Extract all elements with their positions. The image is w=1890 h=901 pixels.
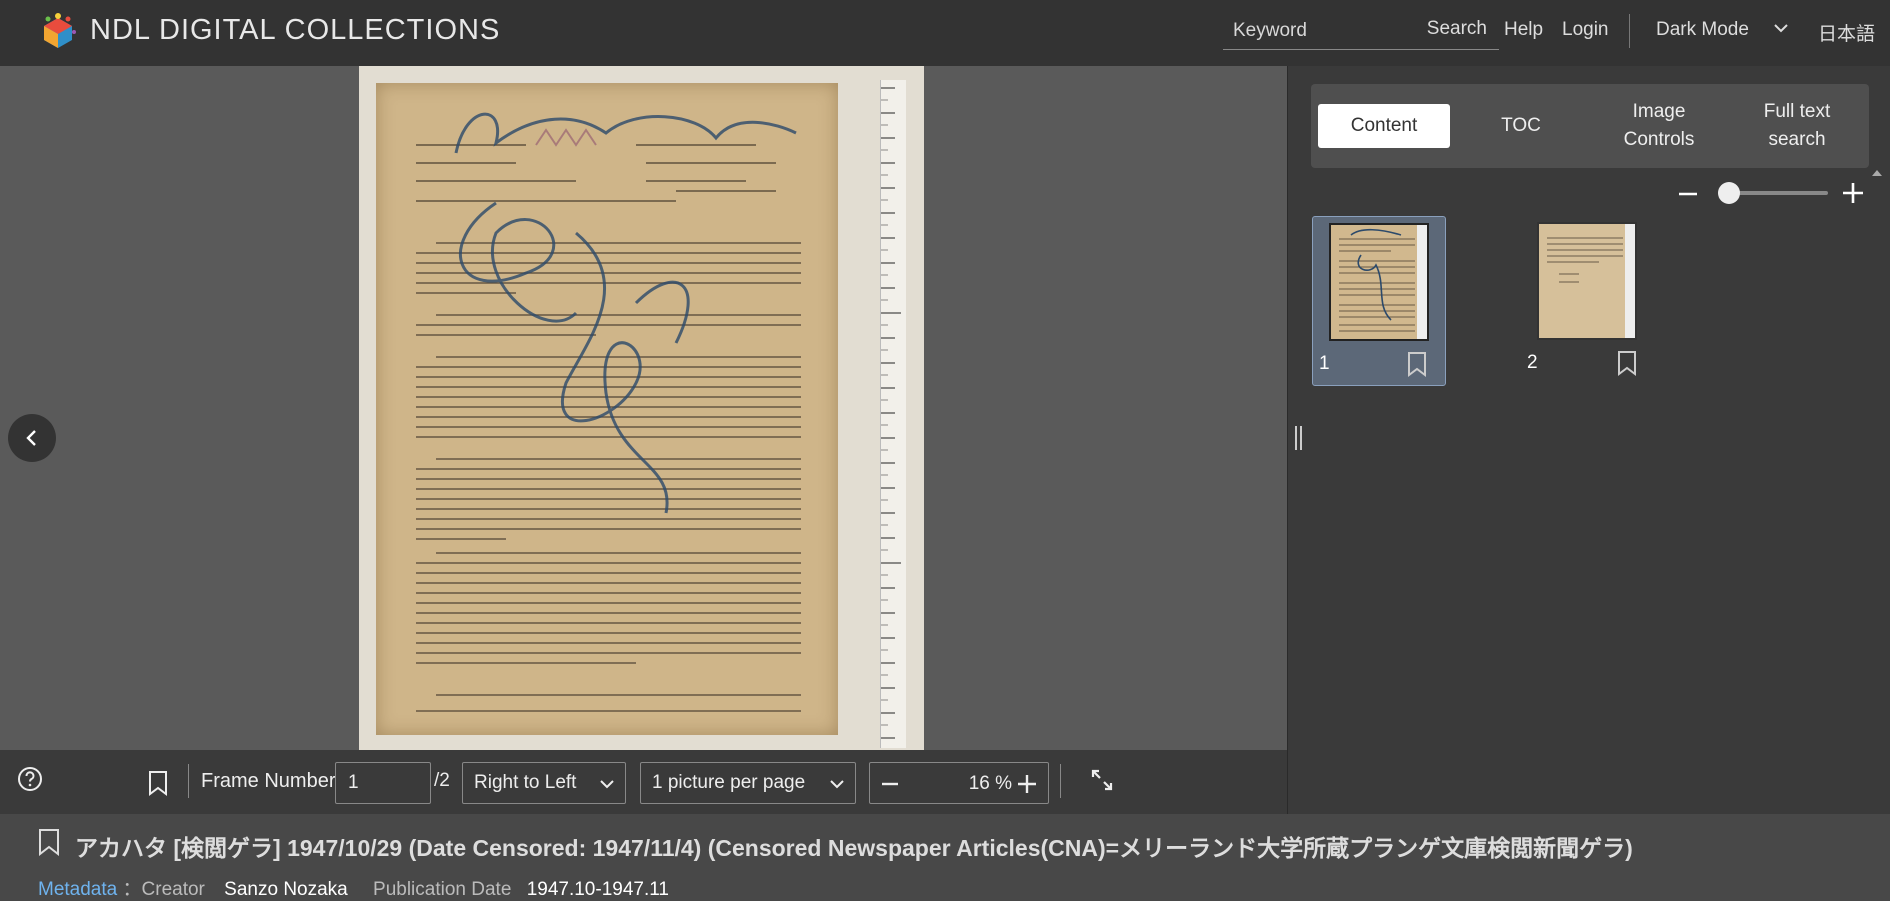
metadata-row: Metadata ：Creator Sanzo Nozaka Publicati… — [38, 874, 669, 901]
minus-icon[interactable] — [880, 774, 900, 794]
document-title: アカハタ [検閲ゲラ] 1947/10/29 (Date Censored: 1… — [75, 835, 1633, 861]
tab-content[interactable]: Content — [1318, 104, 1450, 148]
document-image — [376, 83, 838, 735]
document-info-bar: アカハタ [検閲ゲラ] 1947/10/29 (Date Censored: 1… — [0, 814, 1890, 901]
slider-handle[interactable] — [1718, 182, 1740, 204]
help-link[interactable]: Help — [1504, 19, 1543, 41]
chevron-down-icon — [830, 780, 844, 789]
minus-icon[interactable] — [1678, 184, 1698, 204]
ruler-ticks-image — [881, 87, 901, 739]
thumbnail-page-image — [1547, 237, 1623, 283]
typewritten-text-image — [416, 112, 801, 712]
frame-total: /2 — [434, 770, 450, 791]
help-circle-icon[interactable] — [17, 766, 43, 792]
ndl-logo-icon[interactable] — [38, 12, 78, 52]
layout-select[interactable]: 1 picture per page — [640, 762, 856, 804]
tab-toc[interactable]: TOC — [1455, 104, 1587, 148]
publication-date-value: 1947.10-1947.11 — [526, 879, 669, 900]
search-input[interactable] — [1223, 13, 1413, 48]
creator-value[interactable]: Sanzo Nozaka — [224, 879, 348, 900]
dark-mode-toggle[interactable]: Dark Mode — [1656, 19, 1749, 41]
metadata-link[interactable]: Metadata — [38, 879, 117, 900]
thumbnail-ruler — [1417, 225, 1427, 339]
thumbnail-number: 1 — [1319, 353, 1330, 374]
zoom-control: 16 % — [869, 762, 1049, 804]
previous-page-button[interactable] — [8, 414, 56, 462]
fullscreen-icon[interactable] — [1090, 768, 1114, 792]
panel-tabs: Content TOC Image Controls Full text sea… — [1311, 84, 1869, 168]
creator-key: Creator — [141, 879, 205, 900]
thumbnail-item[interactable]: 2 — [1521, 216, 1655, 386]
direction-select[interactable]: Right to Left — [462, 762, 626, 804]
thumbnail-ruler — [1625, 224, 1635, 338]
toolbar-divider — [1060, 764, 1061, 798]
scroll-up-arrow[interactable] — [1872, 170, 1882, 176]
viewer-toolbar: Frame Number /2 Right to Left 1 picture … — [0, 750, 1287, 814]
bookmark-icon[interactable] — [148, 770, 168, 796]
thumbnail-size-slider — [1676, 178, 1866, 206]
thumbnail-number: 2 — [1527, 352, 1538, 373]
toolbar-divider — [188, 764, 189, 798]
search-box: Search — [1223, 12, 1499, 50]
bookmark-icon[interactable] — [1617, 350, 1637, 376]
layout-value: 1 picture per page — [652, 772, 806, 793]
direction-value: Right to Left — [474, 772, 577, 793]
tab-full-text-search[interactable]: Full text search — [1731, 101, 1863, 150]
header: NDL DIGITAL COLLECTIONS Search Help Logi… — [0, 0, 1890, 66]
metadata-separator: ： — [122, 879, 142, 900]
brand-title[interactable]: NDL DIGITAL COLLECTIONS — [90, 14, 500, 47]
thumbnail-image — [1329, 223, 1429, 341]
document-page[interactable] — [359, 66, 924, 750]
login-link[interactable]: Login — [1562, 19, 1609, 41]
bookmark-icon[interactable] — [1407, 351, 1427, 377]
chevron-left-icon — [26, 430, 36, 446]
chevron-down-icon — [600, 780, 614, 789]
header-divider — [1629, 14, 1630, 48]
scale-ruler — [880, 80, 906, 748]
thumbnail-image — [1537, 222, 1637, 340]
frame-number-label: Frame Number — [201, 770, 336, 792]
plus-icon[interactable] — [1016, 773, 1038, 795]
panel-resize-handle[interactable] — [1294, 426, 1304, 450]
zoom-value[interactable]: 16 % — [969, 773, 1012, 795]
language-link[interactable]: 日本語 — [1818, 19, 1875, 46]
thumbnail-item[interactable]: 1 — [1312, 216, 1446, 386]
thumbnail-page-image — [1339, 228, 1415, 332]
chevron-down-icon[interactable] — [1772, 19, 1790, 37]
tab-image-controls[interactable]: Image Controls — [1593, 101, 1725, 150]
frame-number-input[interactable] — [335, 762, 431, 804]
image-viewer[interactable] — [0, 66, 1287, 750]
search-button[interactable]: Search — [1427, 18, 1487, 40]
publication-date-key: Publication Date — [373, 879, 512, 900]
bookmark-icon[interactable] — [38, 828, 60, 856]
plus-icon[interactable] — [1842, 182, 1864, 204]
